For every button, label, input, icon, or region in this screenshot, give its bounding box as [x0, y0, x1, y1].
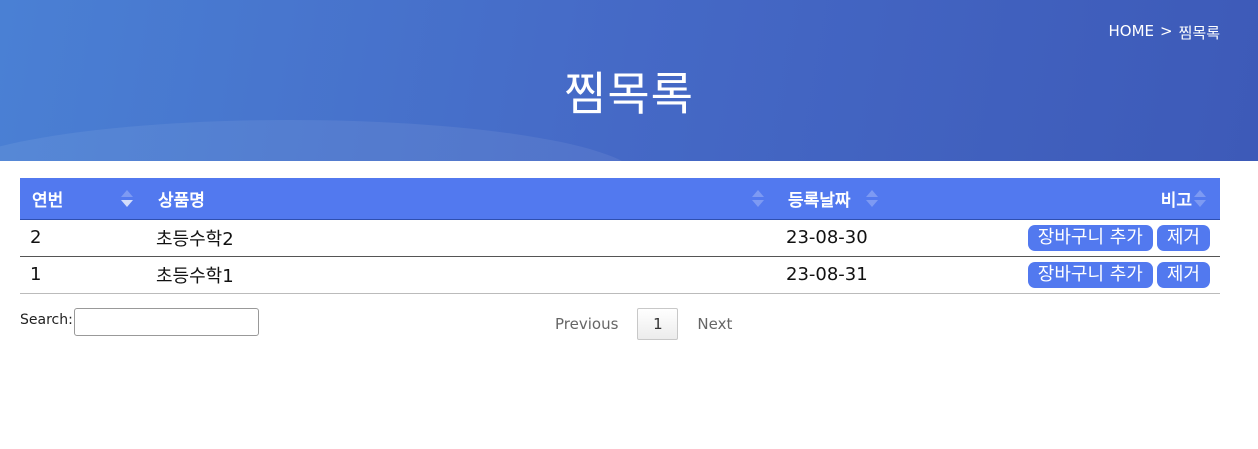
- column-header-remarks[interactable]: 비고: [908, 178, 1220, 220]
- next-page-button[interactable]: Next: [678, 308, 751, 340]
- column-header-label: 비고: [1160, 190, 1192, 211]
- remove-button[interactable]: 제거: [1156, 224, 1210, 251]
- cell-date: 23-08-30: [786, 227, 868, 248]
- previous-page-button[interactable]: Previous: [555, 308, 637, 340]
- pagination: Previous 1 Next: [555, 308, 751, 340]
- cell-date: 23-08-31: [786, 264, 868, 285]
- table-header-row: 연번 상품명 등록날짜 비고: [20, 178, 1220, 220]
- breadcrumb: HOME > 찜목록: [1109, 22, 1221, 43]
- wishlist-table: 연번 상품명 등록날짜 비고 2 초등수학2 23-08-30 장바구니 추가 …: [20, 178, 1220, 294]
- column-header-label: 상품명: [158, 190, 205, 211]
- page-header: HOME > 찜목록 찜목록: [0, 0, 1258, 161]
- column-header-number[interactable]: 연번: [20, 178, 146, 220]
- page-title: 찜목록: [564, 67, 694, 121]
- cell-number: 1: [30, 264, 42, 285]
- cell-actions: 장바구니 추가 제거: [908, 256, 1220, 293]
- add-to-cart-button[interactable]: 장바구니 추가: [1027, 224, 1153, 251]
- sort-icon: [1194, 190, 1206, 208]
- breadcrumb-home-link[interactable]: HOME: [1109, 22, 1155, 43]
- cell-number: 2: [30, 227, 42, 248]
- column-header-label: 등록날짜: [788, 190, 851, 211]
- cell-actions: 장바구니 추가 제거: [908, 219, 1220, 256]
- remove-button[interactable]: 제거: [1156, 261, 1210, 288]
- sort-icon: [752, 190, 764, 208]
- search-input[interactable]: [74, 308, 259, 336]
- table-controls: Search: Previous 1 Next: [20, 308, 1220, 348]
- table-row: 1 초등수학1 23-08-31 장바구니 추가 제거: [20, 256, 1220, 293]
- breadcrumb-current: 찜목록: [1178, 24, 1220, 42]
- sort-icon: [866, 190, 878, 208]
- column-header-product-name[interactable]: 상품명: [146, 178, 776, 220]
- breadcrumb-separator: >: [1160, 22, 1173, 40]
- column-header-date[interactable]: 등록날짜: [776, 178, 908, 220]
- cell-product-name: 초등수학2: [156, 228, 234, 250]
- table-row: 2 초등수학2 23-08-30 장바구니 추가 제거: [20, 219, 1220, 256]
- header-decoration: [0, 120, 640, 161]
- cell-product-name: 초등수학1: [156, 265, 234, 287]
- page-number-button[interactable]: 1: [637, 308, 679, 340]
- column-header-label: 연번: [32, 190, 64, 211]
- wishlist-table-container: 연번 상품명 등록날짜 비고 2 초등수학2 23-08-30 장바구니 추가 …: [20, 178, 1220, 294]
- search-label: Search:: [20, 312, 73, 328]
- add-to-cart-button[interactable]: 장바구니 추가: [1027, 261, 1153, 288]
- sort-descending-icon: [121, 190, 133, 208]
